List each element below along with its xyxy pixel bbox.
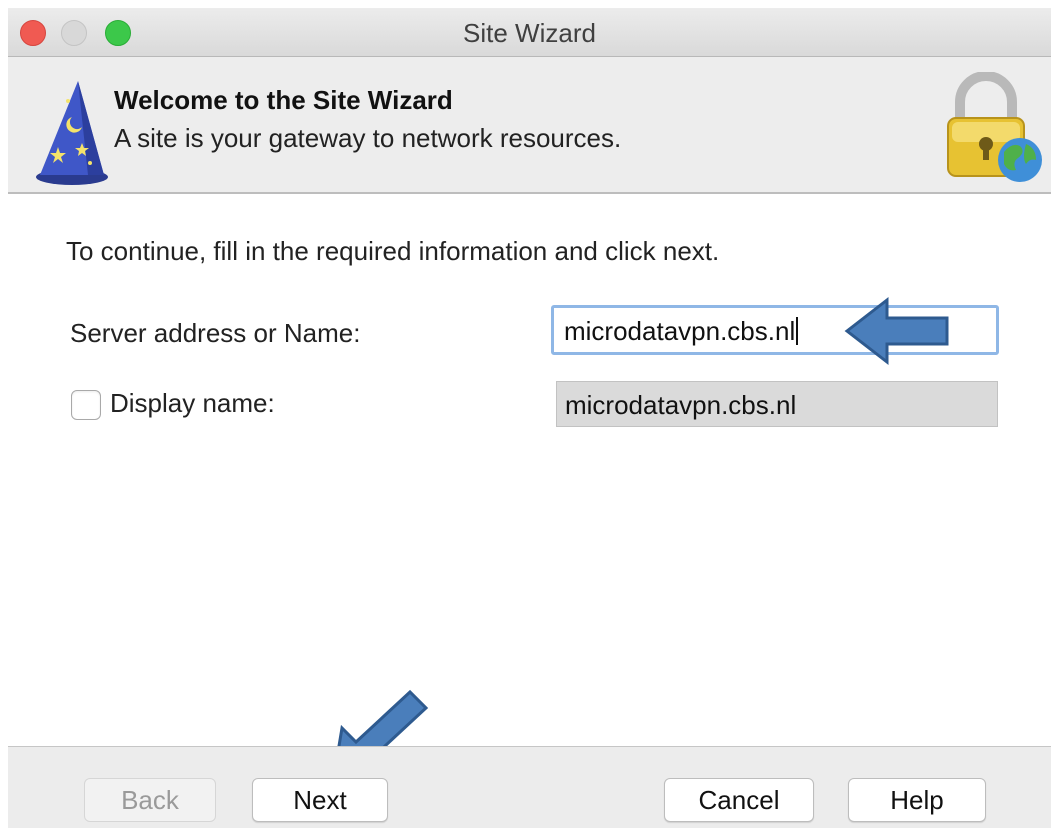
back-button[interactable]: Back <box>84 778 216 822</box>
window-title: Site Wizard <box>463 18 596 48</box>
display-name-checkbox[interactable] <box>71 390 101 420</box>
cancel-button[interactable]: Cancel <box>664 778 814 822</box>
title-bar: Site Wizard <box>8 8 1051 57</box>
help-button[interactable]: Help <box>848 778 986 822</box>
wizard-banner: Welcome to the Site Wizard A site is you… <box>8 57 1051 194</box>
text-caret <box>796 317 799 345</box>
instruction-text: To continue, fill in the required inform… <box>66 236 720 266</box>
annotation-arrow-left-icon <box>844 296 949 366</box>
next-button[interactable]: Next <box>252 778 388 822</box>
wizard-hat-icon <box>36 81 108 185</box>
site-wizard-window: Site Wizard Welcome to the Site Wizard A… <box>8 8 1051 828</box>
banner-title: Welcome to the Site Wizard <box>114 85 453 115</box>
display-name-input: microdatavpn.cbs.nl <box>556 381 998 427</box>
display-name-label: Display name: <box>110 388 275 418</box>
wizard-footer: Back Next Cancel Help <box>8 746 1051 828</box>
banner-subtitle: A site is your gateway to network resour… <box>114 123 622 153</box>
server-address-label: Server address or Name: <box>70 318 361 348</box>
server-address-value: microdatavpn.cbs.nl <box>564 316 796 346</box>
lock-globe-icon <box>947 72 1042 182</box>
